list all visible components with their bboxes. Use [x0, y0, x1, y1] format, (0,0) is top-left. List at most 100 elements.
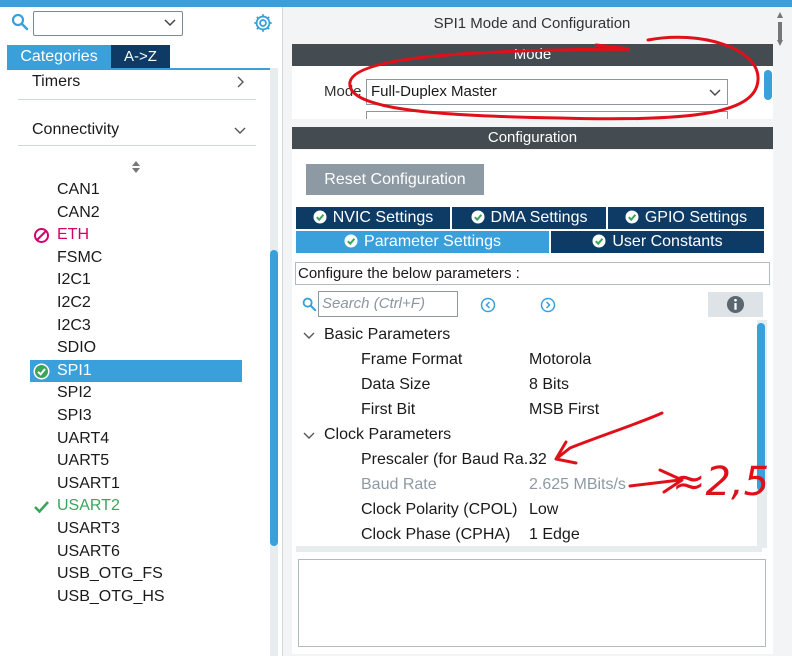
peripheral-item[interactable]: UART4 [30, 428, 242, 450]
category-search-combo[interactable] [33, 11, 183, 36]
parameter-value[interactable]: Low [529, 498, 558, 522]
reset-configuration-button[interactable]: Reset Configuration [306, 164, 484, 195]
mode-value: Full-Duplex Master [371, 83, 497, 100]
tab-label: NVIC Settings [332, 209, 434, 226]
peripheral-label: SPI2 [57, 384, 92, 401]
info-button[interactable] [708, 292, 763, 317]
mode-label: Mode [324, 83, 362, 100]
peripheral-label: SPI1 [57, 362, 92, 379]
peripheral-item[interactable]: CAN2 [30, 202, 242, 224]
peripheral-item[interactable]: USART1 [30, 473, 242, 495]
divider [18, 99, 256, 100]
peripheral-label: USART6 [57, 543, 120, 560]
tab-label: User Constants [612, 233, 723, 250]
peripheral-label: UART4 [57, 430, 110, 447]
category-label: Connectivity [32, 121, 120, 138]
previous-match-icon[interactable] [480, 297, 496, 313]
peripheral-label: I2C2 [57, 294, 91, 311]
configuration-header: Configuration [292, 127, 773, 149]
peripheral-item[interactable]: USB_OTG_HS [30, 586, 242, 608]
hardware-nss-dropdown[interactable] [366, 111, 728, 119]
chevron-down-icon [303, 432, 315, 439]
parameter-name: Clock Phase (CPHA) [361, 526, 511, 543]
tab-gpio-settings[interactable]: GPIO Settings [608, 207, 766, 229]
parameter-value[interactable]: 8 Bits [529, 373, 569, 397]
search-icon[interactable] [11, 13, 29, 31]
parameter-group[interactable]: Basic Parameters [300, 323, 450, 347]
right-scrollbar[interactable] [776, 10, 784, 650]
configured-check-icon [33, 363, 50, 380]
peripheral-item[interactable]: USART6 [30, 541, 242, 563]
peripheral-item[interactable]: ETH [30, 224, 242, 246]
tab-label: DMA Settings [490, 209, 588, 226]
peripheral-label: USART2 [57, 497, 120, 514]
parameter-value[interactable]: Motorola [529, 348, 591, 372]
window-bottom [0, 656, 792, 665]
chevron-down-icon [164, 19, 176, 27]
peripheral-item[interactable]: I2C3 [30, 315, 242, 337]
peripheral-label: USB_OTG_HS [57, 588, 165, 605]
parameter-name: First Bit [361, 401, 416, 418]
peripheral-item[interactable]: SDIO [30, 337, 242, 359]
peripheral-label: ETH [57, 226, 89, 243]
peripheral-label: USART1 [57, 475, 120, 492]
category-connectivity[interactable]: Connectivity [18, 115, 256, 145]
parameter-name: Prescaler (for Baud Ra... [361, 451, 538, 468]
sort-handle-icon[interactable] [131, 160, 141, 174]
panel-title: SPI1 Mode and Configuration [433, 15, 631, 32]
parameter-value[interactable]: 1 Edge [529, 523, 580, 547]
tab-categories[interactable]: Categories [7, 45, 111, 68]
peripheral-item[interactable]: SPI2 [30, 382, 242, 404]
tab-parameter-settings[interactable]: Parameter Settings [296, 231, 551, 253]
category-timers[interactable]: Timers [18, 67, 256, 97]
peripheral-label: SDIO [57, 339, 97, 356]
check-circle-icon [592, 234, 606, 248]
search-icon[interactable] [302, 297, 317, 312]
peripheral-item[interactable]: USART2 [30, 495, 242, 517]
parameter-value: 2.625 MBits/s [529, 476, 626, 493]
chevron-down-icon [234, 127, 246, 134]
peripheral-label: FSMC [57, 249, 103, 266]
peripheral-label: SPI3 [57, 407, 92, 424]
mode-header: Mode [292, 44, 773, 66]
tab-dma-settings[interactable]: DMA Settings [452, 207, 608, 229]
peripheral-label: CAN1 [57, 181, 100, 198]
peripheral-item[interactable]: SPI1 [30, 360, 242, 382]
parameter-hscrollbar[interactable] [296, 546, 762, 552]
group-label: Clock Parameters [324, 426, 452, 443]
peripheral-item[interactable]: CAN1 [30, 179, 242, 201]
parameter-scrollbar-thumb[interactable] [757, 323, 765, 491]
category-label: Timers [32, 73, 81, 90]
parameter-search-input[interactable]: Search (Ctrl+F) [318, 291, 458, 317]
peripheral-item[interactable]: I2C2 [30, 292, 242, 314]
left-scrollbar-thumb[interactable] [270, 250, 278, 546]
peripheral-item[interactable]: SPI3 [30, 405, 242, 427]
peripheral-item[interactable]: I2C1 [30, 269, 242, 291]
peripheral-item[interactable]: UART5 [30, 450, 242, 472]
mode-dropdown[interactable]: Full-Duplex Master [366, 79, 728, 105]
tab-user-constants[interactable]: User Constants [551, 231, 766, 253]
parameter-name: Data Size [361, 376, 431, 393]
parameter-group[interactable]: Clock Parameters [300, 423, 451, 447]
chevron-down-icon [709, 89, 721, 96]
mode-scrollbar-thumb[interactable] [764, 70, 772, 100]
parameter-name: Clock Polarity (CPOL) [361, 501, 518, 518]
peripheral-item[interactable]: USB_OTG_FS [30, 563, 242, 585]
check-circle-icon [625, 210, 639, 224]
parameter-name: Frame Format [361, 351, 463, 368]
check-icon [34, 501, 49, 514]
next-match-icon[interactable] [540, 297, 556, 313]
peripheral-item[interactable]: USART3 [30, 518, 242, 540]
group-label: Basic Parameters [324, 326, 451, 343]
window-top-border [0, 0, 792, 7]
divider [18, 145, 256, 146]
peripheral-label: I2C3 [57, 317, 91, 334]
check-circle-icon [313, 210, 327, 224]
tab-a-to-z[interactable]: A->Z [111, 45, 170, 68]
peripheral-item[interactable]: FSMC [30, 247, 242, 269]
gear-icon[interactable] [252, 12, 274, 34]
peripheral-label: USB_OTG_FS [57, 565, 163, 582]
tab-nvic-settings[interactable]: NVIC Settings [296, 207, 452, 229]
parameter-value[interactable]: MSB First [529, 398, 599, 422]
parameter-value[interactable]: 32 [529, 448, 547, 472]
